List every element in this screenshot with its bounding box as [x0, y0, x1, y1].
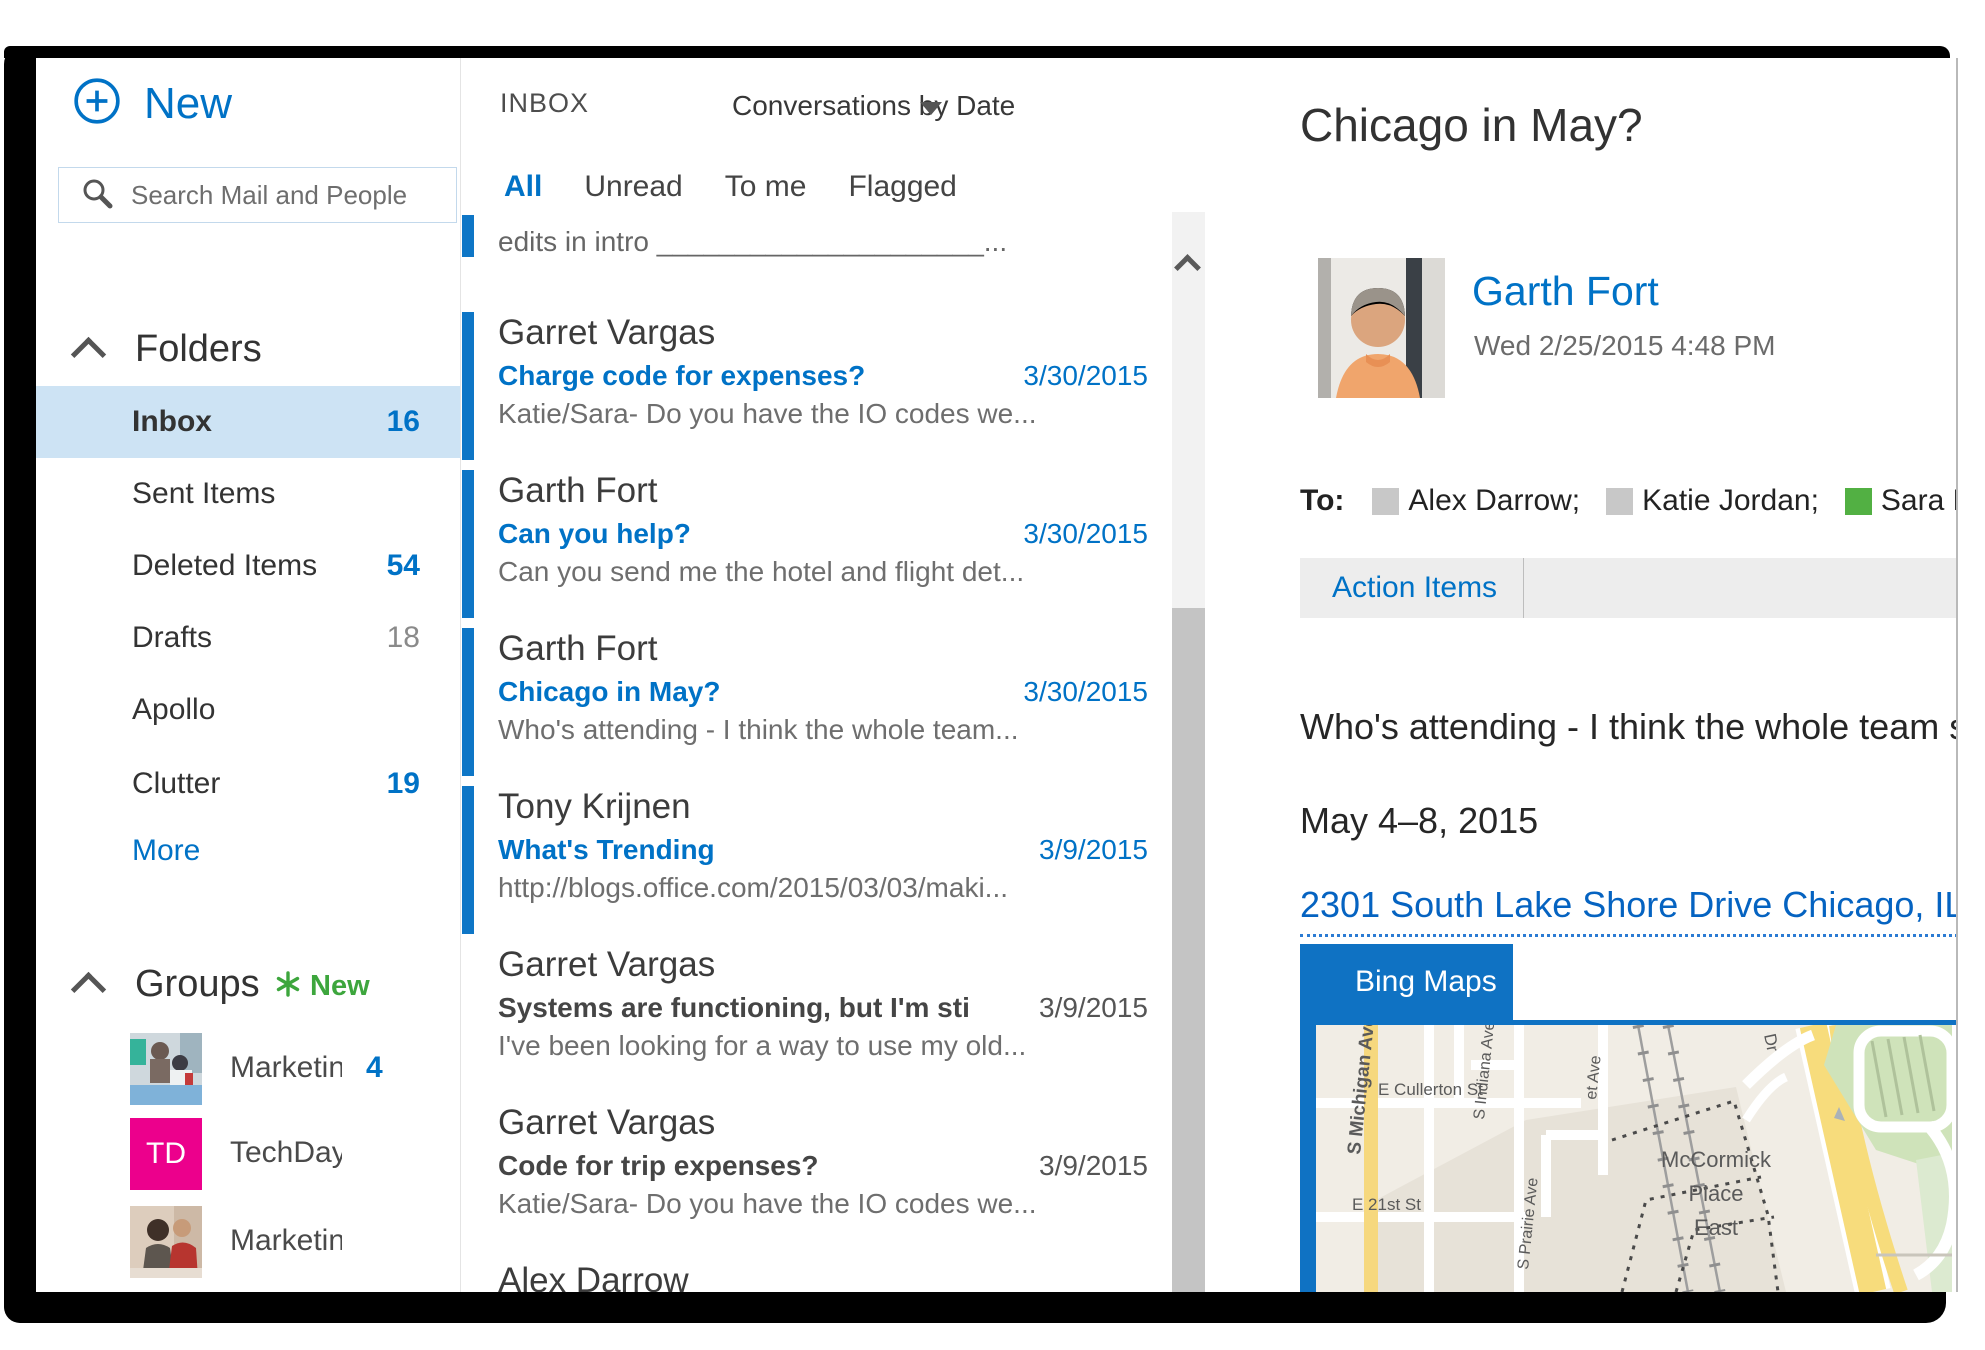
map-label-21st: E 21st St [1352, 1195, 1421, 1214]
unread-count-badge: 4 [366, 1051, 383, 1085]
groups-section-header[interactable]: Groups [36, 958, 460, 1010]
new-mail-button[interactable]: New [72, 76, 232, 131]
list-item[interactable]: Garret Vargas Code for trip expenses? 3/… [462, 1102, 1162, 1256]
list-item[interactable]: Tony Krijnen What's Trending 3/9/2015 ht… [462, 786, 1162, 940]
group-photo [130, 1033, 202, 1105]
addin-bar-divider [1523, 558, 1524, 618]
bing-maps-tab[interactable]: Bing Maps [1300, 944, 1513, 1020]
scrollbar-up-arrow[interactable] [1178, 258, 1197, 282]
list-item[interactable]: Garret Vargas Charge code for expenses? … [462, 312, 1162, 466]
list-folder-title: INBOX [500, 88, 589, 119]
map-label-cullerton: E Cullerton St [1378, 1080, 1483, 1099]
address-link[interactable]: 2301 South Lake Shore Drive Chicago, IL … [1300, 884, 1958, 937]
new-mail-label: New [144, 79, 232, 129]
sidebar-group-marketing-2[interactable]: Marketing [36, 1206, 460, 1286]
more-folders-link[interactable]: More [132, 834, 200, 868]
sort-dropdown[interactable]: Conversations by Date [732, 90, 1015, 122]
item-count-badge: 18 [387, 621, 420, 655]
map-left-accent [1300, 1025, 1316, 1292]
search-icon [81, 177, 113, 214]
sidebar-divider [460, 58, 461, 1292]
unread-indicator [462, 312, 474, 460]
outlook-mail-app: New Folders Inbox 16 Sent Items Deleted … [0, 0, 1985, 1350]
presence-indicator [1845, 488, 1872, 515]
sidebar-item-apollo[interactable]: Apollo [36, 674, 460, 746]
recipient-chip[interactable]: Katie Jordan; [1606, 484, 1819, 518]
list-item[interactable]: Garth Fort Chicago in May? 3/30/2015 Who… [462, 628, 1162, 782]
addin-bar: Action Items [1300, 558, 1957, 618]
folders-heading: Folders [135, 328, 262, 371]
scrollbar-thumb[interactable] [1172, 608, 1205, 1292]
bing-map-canvas[interactable]: S Michigan Ave S Indiana Ave E Cullerton… [1316, 1025, 1952, 1292]
chevron-up-icon [71, 971, 106, 1006]
message-body-line: May 4–8, 2015 [1300, 800, 1538, 842]
circle-plus-icon [72, 76, 122, 131]
unread-indicator [462, 215, 474, 257]
to-label: To: [1300, 484, 1344, 518]
unread-indicator [462, 628, 474, 776]
sidebar-item-drafts[interactable]: Drafts 18 [36, 602, 460, 674]
sidebar-group-techdays[interactable]: TD TechDays [36, 1118, 460, 1198]
sidebar-item-deleted-items[interactable]: Deleted Items 54 [36, 530, 460, 602]
sidebar-item-inbox[interactable]: Inbox 16 [36, 386, 460, 458]
sidebar-group-marketing[interactable]: Marketing 4 [36, 1033, 460, 1113]
groups-new-badge: New [274, 970, 370, 1003]
tab-to-me[interactable]: To me [725, 170, 807, 204]
list-item-partial[interactable]: edits in intro _____________________... [498, 226, 1188, 258]
groups-heading: Groups [135, 963, 260, 1006]
recipient-chip[interactable]: Alex Darrow; [1372, 484, 1580, 518]
group-logo: TD [130, 1118, 202, 1190]
window-frame-left [4, 46, 36, 1323]
tab-unread[interactable]: Unread [584, 170, 682, 204]
mail-window: New Folders Inbox 16 Sent Items Deleted … [36, 58, 1958, 1292]
tab-all[interactable]: All [504, 170, 542, 204]
unread-indicator [462, 470, 474, 618]
unread-indicator [462, 786, 474, 934]
window-frame-bottom [4, 1292, 1946, 1323]
search-box[interactable] [58, 167, 457, 223]
sender-name-link[interactable]: Garth Fort [1472, 268, 1659, 315]
presence-indicator [1372, 488, 1399, 515]
map-label-mccormick: Place [1688, 1181, 1743, 1206]
search-input[interactable] [129, 179, 433, 212]
sender-photo [1318, 258, 1445, 398]
recipient-chip[interactable]: Sara Davis; [1845, 484, 1958, 518]
presence-indicator [1606, 488, 1633, 515]
message-body-line: Who's attending - I think the whole team… [1300, 706, 1958, 748]
asterisk-icon [274, 970, 302, 1003]
tab-flagged[interactable]: Flagged [848, 170, 956, 204]
folders-section-header[interactable]: Folders [36, 323, 460, 375]
map-label-mccormick: East [1694, 1215, 1738, 1240]
message-subject-title: Chicago in May? [1300, 98, 1643, 152]
map-label-mccormick: McCormick [1661, 1147, 1772, 1172]
chevron-up-icon [71, 336, 106, 371]
action-items-tab[interactable]: Action Items [1332, 571, 1497, 605]
sidebar-item-sent-items[interactable]: Sent Items [36, 458, 460, 530]
list-item[interactable]: Garth Fort Can you help? 3/30/2015 Can y… [462, 470, 1162, 624]
message-datetime: Wed 2/25/2015 4:48 PM [1474, 330, 1775, 362]
filter-tabs: All Unread To me Flagged [504, 170, 957, 204]
group-photo [130, 1206, 202, 1278]
list-item[interactable]: Garret Vargas Systems are functioning, b… [462, 944, 1162, 1098]
unread-count-badge: 19 [387, 767, 420, 801]
list-item[interactable]: Alex Darrow [462, 1260, 1162, 1292]
unread-count-badge: 16 [387, 405, 420, 439]
recipients-row: To: Alex Darrow; Katie Jordan; Sara Davi… [1300, 484, 1958, 518]
unread-count-badge: 54 [387, 549, 420, 583]
embedded-map[interactable]: S Michigan Ave S Indiana Ave E Cullerton… [1300, 1020, 1957, 1292]
chevron-down-icon[interactable] [920, 102, 942, 115]
window-frame-top [4, 46, 1950, 58]
sidebar-item-clutter[interactable]: Clutter 19 [36, 748, 460, 820]
